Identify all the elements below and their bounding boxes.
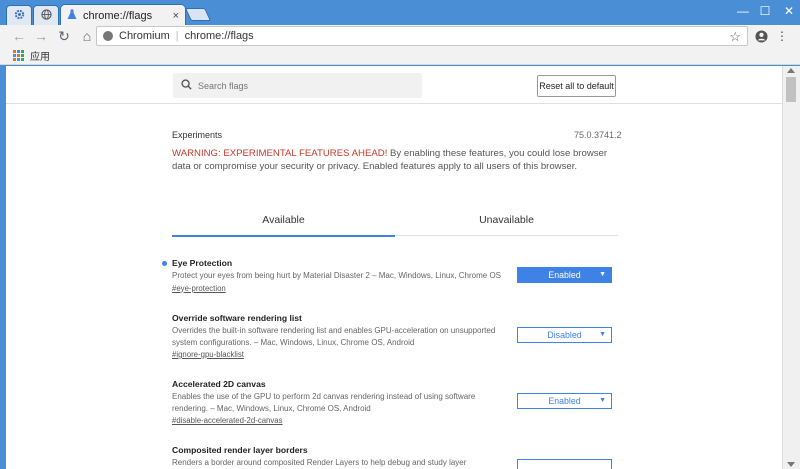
warning-message: WARNING: EXPERIMENTAL FEATURES AHEAD! By…: [172, 147, 618, 173]
flag-name: Override software rendering list: [172, 313, 302, 323]
back-button[interactable]: ←: [9, 26, 29, 46]
tab-title: chrome://flags: [83, 9, 153, 22]
site-info-icon[interactable]: [103, 31, 113, 41]
apps-shortcut[interactable]: 应用: [30, 48, 50, 63]
tab-unavailable[interactable]: Unavailable: [395, 208, 618, 236]
flag-name: Accelerated 2D canvas: [172, 379, 266, 389]
gear-icon: [14, 7, 25, 25]
toolbar: ← → ↻ ⌂ Chromium | chrome://flags ☆ ⋮: [0, 25, 800, 47]
flask-icon: [67, 7, 77, 25]
reset-all-button[interactable]: Reset all to default: [537, 75, 616, 97]
apps-icon[interactable]: [13, 50, 24, 61]
search-input[interactable]: [198, 80, 398, 91]
page-scrollbar[interactable]: [782, 66, 800, 469]
dropdown-arrow-icon: ▼: [599, 331, 606, 338]
tab-available[interactable]: Available: [172, 208, 395, 237]
flag-permalink[interactable]: #eye-protection: [172, 284, 618, 293]
flag-state-select[interactable]: Enabled ▼: [517, 267, 612, 283]
flag-permalink[interactable]: #disable-accelerated-2d-canvas: [172, 416, 618, 425]
profile-icon[interactable]: [753, 28, 769, 44]
warning-label: WARNING: EXPERIMENTAL FEATURES AHEAD!: [172, 148, 388, 159]
page-title: Experiments: [172, 130, 223, 140]
flag-state-value: Enabled: [548, 270, 581, 280]
flag-permalink[interactable]: #ignore-gpu-blacklist: [172, 350, 618, 359]
flags-header: Reset all to default: [6, 66, 782, 104]
globe-icon: [40, 7, 52, 25]
scroll-thumb[interactable]: [786, 77, 796, 102]
reload-button[interactable]: ↻: [54, 26, 74, 46]
flag-item-eye-protection: Eye Protection Protect your eyes from be…: [162, 258, 618, 293]
flag-state-value: Disabled: [547, 330, 582, 340]
home-button[interactable]: ⌂: [77, 26, 97, 46]
flag-name: Composited render layer borders: [172, 445, 308, 455]
tab-chrome-flags[interactable]: chrome://flags ×: [60, 4, 186, 26]
close-tab-icon[interactable]: ×: [173, 10, 179, 22]
bookmarks-bar: 应用: [0, 47, 800, 65]
pinned-tab-web[interactable]: [33, 5, 59, 25]
scroll-down-icon[interactable]: [787, 462, 795, 467]
flag-state-select[interactable]: [517, 459, 612, 469]
flag-state-value: Enabled: [548, 396, 581, 406]
flags-page: Reset all to default Experiments 75.0.37…: [6, 66, 782, 469]
search-box[interactable]: [173, 73, 422, 98]
search-icon: [181, 77, 192, 95]
modified-indicator: [162, 261, 167, 266]
flag-state-select[interactable]: Enabled ▼: [517, 393, 612, 409]
flag-description: Enables the use of the GPU to perform 2d…: [172, 392, 476, 413]
address-bar[interactable]: Chromium | chrome://flags ☆: [96, 26, 748, 46]
flag-state-select[interactable]: Disabled ▼: [517, 327, 612, 343]
star-icon[interactable]: ☆: [729, 29, 741, 45]
flag-item-composited-render-layer-borders: Composited render layer borders Renders …: [172, 445, 618, 469]
close-window-button[interactable]: ✕: [776, 0, 800, 22]
pinned-tab-settings[interactable]: [6, 5, 32, 25]
menu-icon[interactable]: ⋮: [774, 28, 790, 44]
flag-item-ignore-gpu-blacklist: Override software rendering list Overrid…: [172, 313, 618, 359]
flag-description: Renders a border around composited Rende…: [172, 458, 467, 467]
scroll-up-icon[interactable]: [787, 68, 795, 73]
dropdown-arrow-icon: ▼: [599, 397, 606, 404]
version-label: 75.0.3741.2: [574, 130, 622, 140]
maximize-button[interactable]: ☐: [752, 0, 778, 22]
new-tab-button[interactable]: [184, 8, 212, 21]
forward-button[interactable]: →: [31, 26, 51, 46]
dropdown-arrow-icon: ▼: [599, 271, 606, 278]
flag-item-accelerated-2d-canvas: Accelerated 2D canvas Enables the use of…: [172, 379, 618, 425]
tab-strip: chrome://flags × — ☐ ✕: [0, 0, 800, 26]
url-separator: |: [175, 30, 179, 42]
url-text[interactable]: chrome://flags: [185, 30, 254, 42]
flag-description: Overrides the built-in software renderin…: [172, 326, 496, 347]
flag-description: Protect your eyes from being hurt by Mat…: [172, 271, 502, 280]
site-name: Chromium: [119, 30, 170, 42]
flags-tabs: Available Unavailable: [172, 208, 618, 237]
